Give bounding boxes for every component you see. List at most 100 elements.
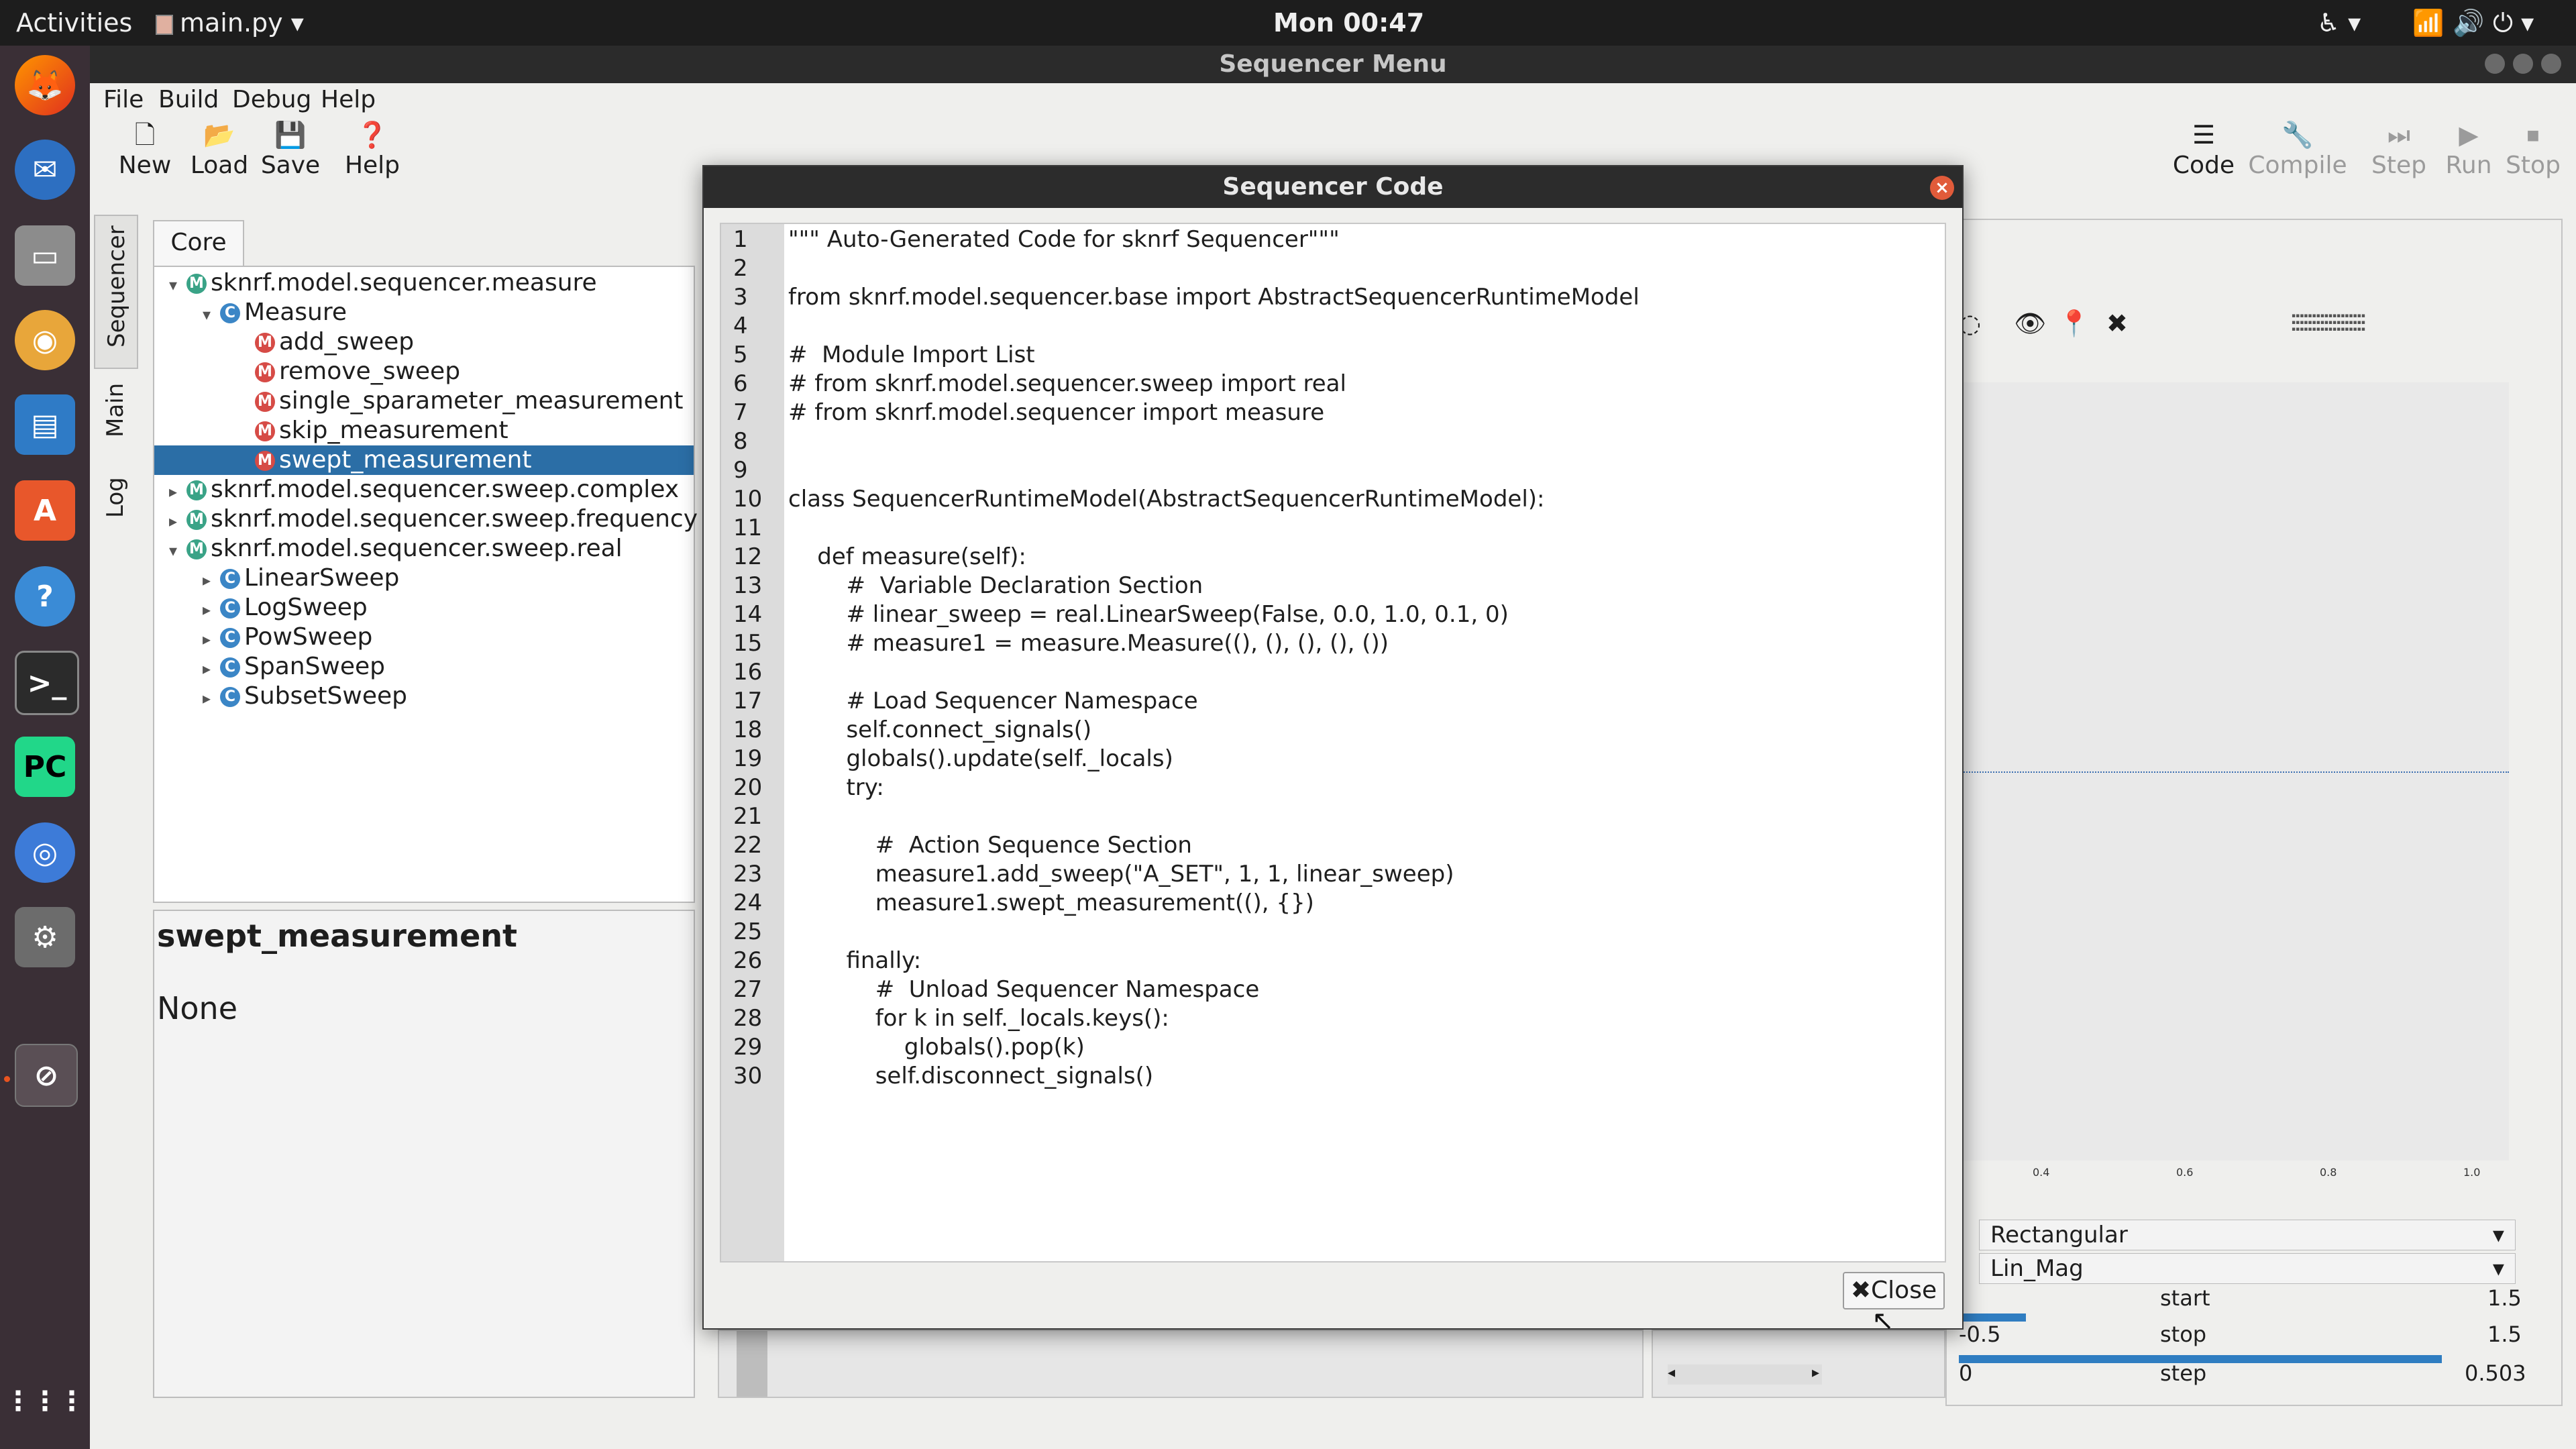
chevron-right-icon[interactable]: ▸ <box>193 595 220 625</box>
code-line[interactable]: # Unload Sequencer Namespace <box>788 975 1260 1004</box>
accessibility-icon[interactable]: ♿ ▾ <box>2317 0 2361 46</box>
dialog-titlebar[interactable]: Sequencer Code × <box>704 166 1962 208</box>
help-button[interactable]: ❓ Help <box>342 118 402 179</box>
code-line[interactable]: self.connect_signals() <box>788 716 1091 745</box>
stop-button[interactable]: ⏹ Stop <box>2500 118 2567 179</box>
sequencer-app-icon[interactable]: ⊘ <box>15 1044 78 1107</box>
chevron-right-icon[interactable]: ▸ <box>193 654 220 684</box>
plot-canvas[interactable] <box>1959 382 2509 1161</box>
code-editor[interactable]: 1 """ Auto-Generated Code for sknrf Seque… <box>720 223 1946 1263</box>
software-icon[interactable]: A <box>15 480 75 541</box>
code-line[interactable]: def measure(self): <box>788 543 1026 572</box>
tree-item-class[interactable]: ▸ C LogSweep <box>193 593 368 623</box>
tree-item-class[interactable]: ▸ C LinearSweep <box>193 564 399 593</box>
close-button[interactable]: ✖Close <box>1843 1272 1945 1309</box>
code-line[interactable]: # Variable Declaration Section <box>788 572 1203 600</box>
code-line[interactable]: # Module Import List <box>788 341 1035 370</box>
code-line[interactable]: measure1.add_sweep("A_SET", 1, 1, linear… <box>788 860 1454 889</box>
clock[interactable]: Mon 00:47 <box>1273 0 1424 46</box>
menu-build[interactable]: Build <box>158 83 219 117</box>
load-button[interactable]: 📂 Load <box>189 118 250 179</box>
tree-item-class[interactable]: ▸ C PowSweep <box>193 623 372 652</box>
chevron-right-icon[interactable]: ▸ <box>160 506 186 536</box>
close-window-button[interactable] <box>2541 54 2561 74</box>
close-icon[interactable]: × <box>1930 176 1954 200</box>
volume-icon[interactable]: 🔊 <box>2453 0 2484 46</box>
chevron-right-icon[interactable]: ▸ <box>193 625 220 654</box>
code-line[interactable]: finally: <box>788 947 921 975</box>
tree-item-method-selected[interactable]: Mswept_measurement <box>255 445 531 475</box>
chevron-right-icon[interactable]: ▸ <box>193 566 220 595</box>
code-line[interactable]: from sknrf.model.sequencer.base import A… <box>788 283 1640 312</box>
code-button[interactable]: ☰ Code <box>2167 118 2241 179</box>
chevron-right-icon[interactable]: ▸ <box>160 477 186 506</box>
files-icon[interactable]: ▭ <box>15 225 75 286</box>
tree-item-class[interactable]: ▸ C SubsetSweep <box>193 682 407 711</box>
menu-help[interactable]: Help <box>321 83 376 117</box>
code-line[interactable]: # from sknrf.model.sequencer.sweep impor… <box>788 370 1346 398</box>
firefox-icon[interactable]: 🦊 <box>15 55 75 115</box>
start-value[interactable]: 1.5 <box>2487 1285 2522 1311</box>
chromium-icon[interactable]: ◎ <box>15 822 75 883</box>
code-line[interactable]: globals().pop(k) <box>788 1033 1085 1062</box>
run-button[interactable]: ▶ Run <box>2435 118 2502 179</box>
code-line[interactable]: """ Auto-Generated Code for sknrf Sequen… <box>788 225 1340 254</box>
thunderbird-icon[interactable]: ✉ <box>15 140 75 200</box>
minimize-button[interactable] <box>2485 54 2505 74</box>
step-value[interactable]: 0.503 <box>2465 1360 2526 1386</box>
code-line[interactable]: class SequencerRuntimeModel(AbstractSequ… <box>788 485 1544 514</box>
code-line[interactable]: for k in self._locals.keys(): <box>788 1004 1169 1033</box>
pin-icon[interactable]: 📍 <box>2058 309 2090 339</box>
horizontal-scrollbar[interactable]: ◂ ▸ <box>1668 1364 1822 1385</box>
settings-icon[interactable]: ⚙ <box>15 907 75 967</box>
rhythmbox-icon[interactable]: ◉ <box>15 310 75 370</box>
chevron-right-icon[interactable]: ▸ <box>193 684 220 713</box>
tree-item-module[interactable]: ▾ Msknrf.model.sequencer.measure <box>160 268 597 298</box>
tree-item-method[interactable]: Msingle_sparameter_measurement <box>255 386 684 416</box>
tree-item-method[interactable]: Mremove_sweep <box>255 357 460 386</box>
window-titlebar[interactable]: Sequencer Menu <box>90 46 2576 83</box>
code-line[interactable]: try: <box>788 773 883 802</box>
maximize-button[interactable] <box>2513 54 2533 74</box>
app-menu[interactable]: main.py ▾ <box>156 0 304 46</box>
terminal-icon[interactable]: >_ <box>15 651 79 715</box>
tab-sequencer[interactable]: Sequencer <box>94 215 138 369</box>
compile-button[interactable]: 🔧 Compile <box>2247 118 2348 179</box>
clear-icon[interactable]: ✖ <box>2106 309 2128 338</box>
tree-item-module[interactable]: ▸ Msknrf.model.sequencer.sweep.complex <box>160 475 679 504</box>
code-line[interactable]: # Action Sequence Section <box>788 831 1192 860</box>
code-line[interactable]: self.disconnect_signals() <box>788 1062 1153 1091</box>
pycharm-icon[interactable]: PC <box>15 737 75 797</box>
code-line[interactable]: globals().update(self._locals) <box>788 745 1173 773</box>
code-line[interactable]: measure1.swept_measurement((), {}) <box>788 889 1314 918</box>
eye-icon[interactable]: 👁 <box>2014 309 2046 339</box>
tree-item-module[interactable]: ▸ Msknrf.model.sequencer.sweep.frequency <box>160 504 698 534</box>
code-line[interactable]: # from sknrf.model.sequencer import meas… <box>788 398 1324 427</box>
code-line[interactable]: # linear_sweep = real.LinearSweep(False,… <box>788 600 1508 629</box>
menu-debug[interactable]: Debug <box>232 83 311 117</box>
power-icon[interactable]: ⏻ ▾ <box>2493 0 2534 46</box>
scale-dropdown[interactable]: Lin_Mag ▾ <box>1979 1253 2516 1284</box>
chevron-down-icon[interactable]: ▾ <box>160 270 186 300</box>
stop-value[interactable]: 1.5 <box>2487 1322 2522 1347</box>
save-button[interactable]: 💾 Save <box>260 118 321 179</box>
writer-icon[interactable]: ▤ <box>15 394 75 455</box>
chevron-down-icon[interactable]: ▾ <box>160 536 186 566</box>
menu-file[interactable]: File <box>103 83 144 117</box>
new-button[interactable]: 🗋 New <box>118 118 172 179</box>
tree-item-module[interactable]: ▾ Msknrf.model.sequencer.sweep.real <box>160 534 623 564</box>
tree-item-class[interactable]: ▸ C SpanSweep <box>193 652 385 682</box>
tree-item-method[interactable]: Madd_sweep <box>255 327 414 357</box>
step-button[interactable]: ⏭ Step <box>2365 118 2432 179</box>
tree-item-class[interactable]: ▾ C Measure <box>193 298 347 327</box>
code-line[interactable]: # Load Sequencer Namespace <box>788 687 1197 716</box>
chevron-down-icon[interactable]: ▾ <box>193 300 220 329</box>
slider-fill[interactable] <box>1959 1313 2026 1322</box>
tab-log[interactable]: Log <box>94 467 138 534</box>
code-line[interactable]: # measure1 = measure.Measure((), (), (),… <box>788 629 1389 658</box>
show-apps-icon[interactable]: ⋮⋮⋮ <box>5 1371 85 1432</box>
wifi-icon[interactable]: 📶 <box>2412 0 2444 46</box>
help-dock-icon[interactable]: ? <box>15 566 75 627</box>
format-dropdown[interactable]: Rectangular ▾ <box>1979 1220 2516 1250</box>
tree-item-method[interactable]: Mskip_measurement <box>255 416 508 445</box>
